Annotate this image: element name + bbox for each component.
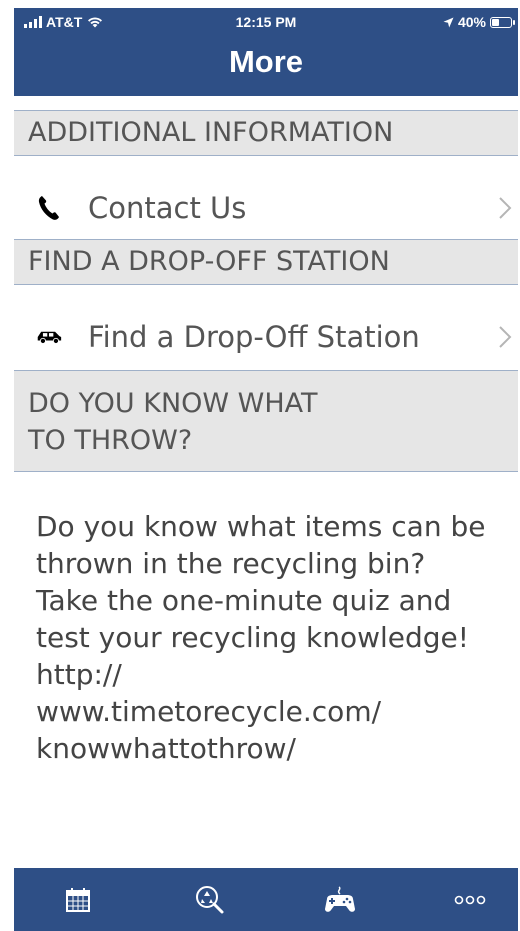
calendar-icon — [66, 887, 90, 912]
tab-calendar[interactable] — [48, 868, 108, 931]
status-right: 40% — [443, 14, 515, 30]
status-bar: AT&T 12:15 PM 40% — [14, 8, 518, 36]
app-screen: AT&T 12:15 PM 40% More ADDITIONAL INFORM… — [14, 0, 518, 931]
find-drop-off-row[interactable]: Find a Drop-Off Station — [14, 305, 518, 368]
tab-bar — [14, 868, 518, 931]
page-title: More — [228, 44, 304, 79]
section-header-find-drop-off: FIND A DROP-OFF STATION — [14, 239, 518, 285]
tab-game[interactable] — [310, 868, 370, 931]
section-header-know-what-to-throw: DO YOU KNOW WHAT TO THROW? — [14, 370, 518, 472]
recycle-search-icon — [196, 885, 224, 913]
phone-icon — [36, 194, 62, 222]
section-header-additional-information: ADDITIONAL INFORMATION — [14, 110, 518, 156]
header: AT&T 12:15 PM 40% More — [14, 8, 518, 96]
quiz-description: Do you know what items can be thrown in … — [36, 510, 486, 765]
more-dots-icon — [454, 895, 486, 904]
chevron-right-icon — [499, 325, 512, 348]
contact-us-row[interactable]: Contact Us — [14, 176, 518, 239]
game-controller-icon — [325, 885, 355, 912]
tab-search-recycling[interactable] — [180, 868, 240, 931]
contact-us-label: Contact Us — [88, 190, 247, 225]
chevron-right-icon — [499, 196, 512, 219]
battery-percent: 40% — [457, 14, 486, 30]
car-icon — [36, 323, 62, 351]
tab-more[interactable] — [440, 868, 500, 931]
location-arrow-icon — [443, 17, 454, 27]
battery-icon — [490, 16, 515, 28]
find-drop-off-label: Find a Drop-Off Station — [88, 319, 420, 354]
